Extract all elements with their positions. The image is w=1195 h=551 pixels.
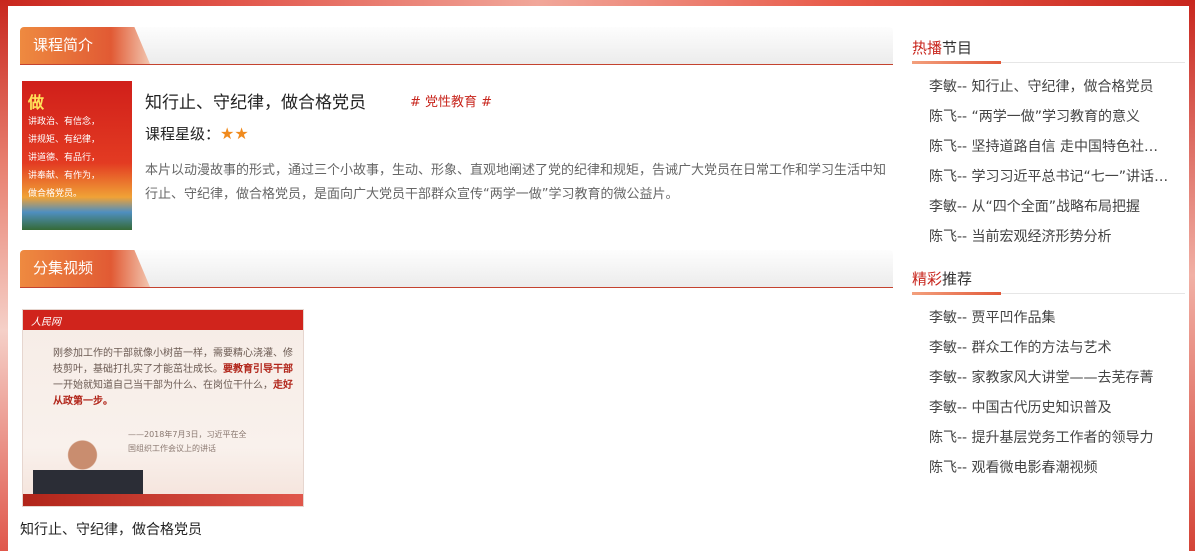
sidebar: 热播节目 李敏-- 知行止、守纪律，做合格党员 陈飞-- “两学一做”学习教育的… <box>912 27 1185 483</box>
list-item[interactable]: 陈飞-- 提升基层党务工作者的领导力 <box>929 423 1169 453</box>
heading-rest: 推荐 <box>942 270 973 288</box>
poster-line: 讲政治、有信念， <box>28 117 101 127</box>
thumbnail-footer <box>23 494 303 506</box>
poster-line: 做合格党员。 <box>28 189 83 199</box>
list-item[interactable]: 陈飞-- 观看微电影春潮视频 <box>929 453 1169 483</box>
list-item[interactable]: 陈飞-- 坚持道路自信 走中国特色社会主义道路 <box>929 132 1169 162</box>
heading-highlight: 精彩 <box>912 270 943 288</box>
thumbnail-signature: ——2018年7月3日，习近平在全 国组织工作会议上的讲话 <box>128 428 247 456</box>
episodes-section-header: 分集视频 <box>20 250 893 288</box>
intro-section-tab: 课程简介 <box>20 27 150 64</box>
episodes-list: 人民网 刚参加工作的干部就像小树苗一样，需要精心浇灌、修枝剪叶，基础打扎实了才能… <box>20 288 893 551</box>
course-rating: 课程星级：★★ <box>145 123 249 144</box>
poster-line: 讲规矩、有纪律， <box>28 135 101 145</box>
list-item[interactable]: 李敏-- 中国古代历史知识普及 <box>929 393 1169 423</box>
list-item[interactable]: 陈飞-- 学习习近平总书记“七一”讲话精神 <box>929 162 1169 192</box>
list-item[interactable]: 李敏-- 从“四个全面”战略布局把握 <box>929 192 1169 222</box>
thumbnail-logo: 人民网 <box>31 317 61 328</box>
hot-programs-list: 李敏-- 知行止、守纪律，做合格党员 陈飞-- “两学一做”学习教育的意义 陈飞… <box>912 63 1185 252</box>
video-caption[interactable]: 知行止、守纪律，做合格党员 <box>20 519 202 539</box>
episodes-section-tab: 分集视频 <box>20 250 150 287</box>
page-background-left <box>0 0 8 551</box>
recommended-heading: 精彩推荐 <box>912 258 1185 295</box>
rating-label: 课程星级： <box>145 125 221 143</box>
list-item[interactable]: 李敏-- 群众工作的方法与艺术 <box>929 333 1169 363</box>
course-tag[interactable]: # 党性教育 # <box>410 91 492 110</box>
main-content: 课程简介 做 讲政治、有信念， 讲规矩、有纪律， 讲道德、有品行， 讲奉献、有作… <box>20 27 893 551</box>
intro-section-header: 课程简介 <box>20 27 893 65</box>
recommended-list: 李敏-- 贾平凹作品集 李敏-- 群众工作的方法与艺术 李敏-- 家教家风大讲堂… <box>912 294 1185 483</box>
list-item[interactable]: 李敏-- 贾平凹作品集 <box>929 303 1169 333</box>
list-item[interactable]: 李敏-- 家教家风大讲堂——去芜存菁 <box>929 363 1169 393</box>
thumbnail-banner <box>23 310 303 330</box>
course-title: 知行止、守纪律，做合格党员 <box>145 93 366 113</box>
poster-line: 讲道德、有品行， <box>28 153 101 163</box>
hot-programs-heading: 热播节目 <box>912 27 1185 64</box>
video-thumbnail[interactable]: 人民网 刚参加工作的干部就像小树苗一样，需要精心浇灌、修枝剪叶，基础打扎实了才能… <box>22 309 304 507</box>
page-background-right <box>1189 0 1195 551</box>
poster-title: 做 <box>28 93 45 112</box>
quote-emphasis: 要教育引导干部 <box>223 364 293 375</box>
star-icon: ★ <box>220 124 235 143</box>
heading-rest: 节目 <box>942 39 973 57</box>
signature-line: ——2018年7月3日，习近平在全 <box>128 430 247 439</box>
course-description: 本片以动漫故事的形式，通过三个小故事，生动、形象、直观地阐述了党的纪律和规矩，告… <box>145 163 887 202</box>
thumbnail-quote: 刚参加工作的干部就像小树苗一样，需要精心浇灌、修枝剪叶，基础打扎实了才能茁壮成长… <box>53 346 298 410</box>
rating-stars: ★★ <box>220 124 249 143</box>
quote-text: 一开始就知道自己当干部为什么、在岗位干什么， <box>53 380 273 391</box>
course-intro: 做 讲政治、有信念， 讲规矩、有纪律， 讲道德、有品行， 讲奉献、有作为， 做合… <box>20 65 893 250</box>
signature-line: 国组织工作会议上的讲话 <box>128 444 216 453</box>
page-background-top <box>0 0 1195 6</box>
course-poster[interactable]: 做 讲政治、有信念， 讲规矩、有纪律， 讲道德、有品行， 讲奉献、有作为， 做合… <box>22 81 132 230</box>
heading-highlight: 热播 <box>912 39 943 57</box>
list-item[interactable]: 陈飞-- “两学一做”学习教育的意义 <box>929 102 1169 132</box>
list-item[interactable]: 陈飞-- 当前宏观经济形势分析 <box>929 222 1169 252</box>
poster-line: 讲奉献、有作为， <box>28 171 101 181</box>
star-icon: ★ <box>234 124 249 143</box>
list-item[interactable]: 李敏-- 知行止、守纪律，做合格党员 <box>929 72 1169 102</box>
